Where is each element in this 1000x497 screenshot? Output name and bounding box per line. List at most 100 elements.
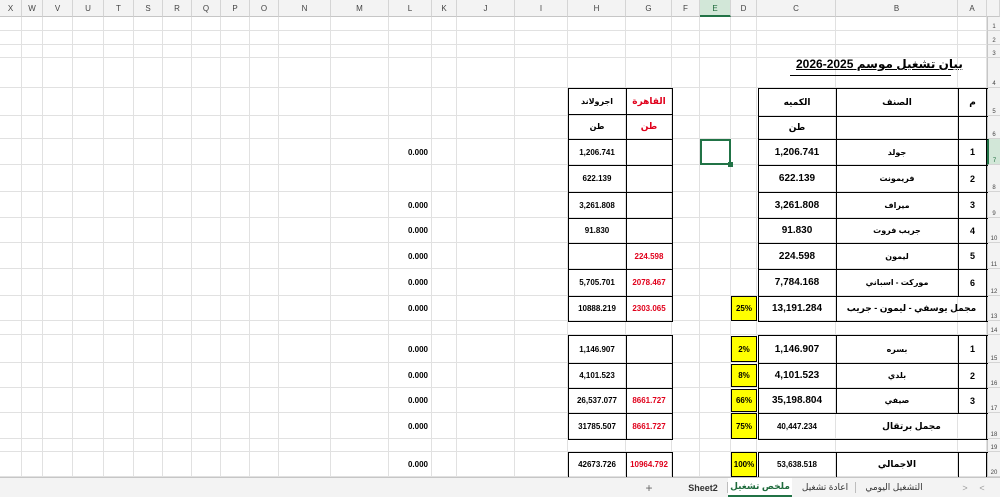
column-header-g[interactable]: G [626,0,672,17]
row-extra[interactable]: 0.000 [390,388,432,413]
row-header-17[interactable]: 17 [987,388,1000,413]
selected-cell[interactable] [700,139,733,167]
row-cairo[interactable] [626,192,672,218]
column-header-r[interactable]: R [163,0,192,17]
subtotal2-label[interactable]: مجمل برتقال [836,413,987,439]
select-all-corner[interactable] [987,0,1000,17]
subtotal1-pct[interactable]: 25% [731,296,757,321]
row-number[interactable]: 6 [958,269,987,296]
row-header-14[interactable]: 14 [987,321,1000,335]
row-header-13[interactable]: 13 [987,296,1000,321]
row-number[interactable]: 3 [958,388,987,413]
row-number[interactable]: 2 [958,363,987,388]
row-cairo[interactable] [626,139,672,165]
header-agroland[interactable]: اجرولاند [568,88,626,114]
row-extra[interactable]: 0.000 [390,269,432,296]
column-header-u[interactable]: U [73,0,104,17]
row-cairo[interactable]: 224.598 [626,243,672,269]
row-number[interactable]: 4 [958,218,987,243]
column-header-k[interactable]: K [432,0,457,17]
column-header-t[interactable]: T [104,0,134,17]
row-number[interactable]: 3 [958,192,987,218]
cairo-unit[interactable]: طن [626,114,672,139]
row-qty[interactable]: 35,198.804 [758,388,836,413]
header-m[interactable]: م [958,88,987,116]
row-header-1[interactable]: 1 [987,17,1000,31]
total-qty[interactable]: 53,638.518 [758,452,836,477]
total-label[interactable]: الاجمالي [836,452,958,477]
row-qty[interactable]: 1,206.741 [758,139,836,165]
subtotal1-extra[interactable]: 0.000 [390,296,432,321]
row-agroland[interactable]: 26,537.077 [568,388,626,413]
row-category[interactable]: موركت - اسباني [836,269,958,296]
column-header-e[interactable]: E [700,0,731,17]
row-extra[interactable]: 0.000 [390,218,432,243]
row-header-19[interactable]: 19 [987,439,1000,452]
column-header-a[interactable]: A [958,0,987,17]
row-header-16[interactable]: 16 [987,363,1000,388]
add-sheet-button[interactable]: + [640,478,658,497]
row-qty[interactable]: 622.139 [758,165,836,192]
row-agroland[interactable]: 622.139 [568,165,626,192]
row-header-11[interactable]: 11 [987,243,1000,269]
row-qty[interactable]: 3,261.808 [758,192,836,218]
column-header-w[interactable]: W [22,0,43,17]
row-cairo[interactable] [626,335,672,363]
total-cairo[interactable]: 10964.792 [626,452,672,477]
column-header-v[interactable]: V [43,0,73,17]
qty-unit[interactable]: طن [758,116,836,139]
subtotal2-cairo[interactable]: 8661.727 [626,413,672,439]
header-qty[interactable]: الكميه [758,88,836,116]
tab-reoperation[interactable]: اعادة تشغيل [796,478,854,497]
row-percent[interactable]: 2% [731,336,757,362]
column-header-d[interactable]: D [731,0,757,17]
header-cairo[interactable]: القاهرة [626,88,672,114]
agroland-unit[interactable]: طن [568,114,626,139]
row-cairo[interactable] [626,165,672,192]
row-percent[interactable]: 66% [731,389,757,412]
column-header-c[interactable]: C [757,0,836,17]
row-qty[interactable]: 224.598 [758,243,836,269]
row-category[interactable]: جريب فروت [836,218,958,243]
subtotal2-agroland[interactable]: 31785.507 [568,413,626,439]
row-extra[interactable]: 0.000 [390,139,432,165]
column-header-f[interactable]: F [672,0,700,17]
next-sheet-button[interactable]: > [958,478,972,497]
header-category[interactable]: الصنف [836,88,958,116]
row-header-7[interactable]: 7 [987,139,1000,165]
column-header-m[interactable]: M [331,0,389,17]
column-header-n[interactable]: N [279,0,331,17]
total-extra[interactable]: 0.000 [390,452,432,477]
row-header-5[interactable]: 5 [987,88,1000,116]
row-cairo[interactable] [626,363,672,388]
row-cairo[interactable]: 2078.467 [626,269,672,296]
column-header-s[interactable]: S [134,0,163,17]
column-header-i[interactable]: I [515,0,568,17]
row-qty[interactable]: 7,784.168 [758,269,836,296]
subtotal2-pct[interactable]: 75% [731,413,757,439]
spreadsheet-grid[interactable]: XWVUTSRQPONMLKJIHGFEDCBA 1 2 3 4 5 6 7 8 9 10 11 12… [0,0,1000,477]
row-qty[interactable]: 4,101.523 [758,363,836,388]
tab-daily-operation[interactable]: التشغيل اليومي [856,478,932,497]
column-header-h[interactable]: H [568,0,626,17]
row-category[interactable]: فريمونت [836,165,958,192]
row-agroland[interactable]: 91.830 [568,218,626,243]
row-category[interactable]: بسره [836,335,958,363]
row-number[interactable]: 1 [958,335,987,363]
row-header-15[interactable]: 15 [987,335,1000,363]
row-agroland[interactable]: 1,146.907 [568,335,626,363]
row-header-12[interactable]: 12 [987,269,1000,296]
row-qty[interactable]: 1,146.907 [758,335,836,363]
row-agroland[interactable]: 4,101.523 [568,363,626,388]
column-header-p[interactable]: P [221,0,250,17]
row-category[interactable]: صيفي [836,388,958,413]
row-agroland[interactable]: 3,261.808 [568,192,626,218]
row-agroland[interactable] [568,243,626,269]
row-number[interactable]: 2 [958,165,987,192]
row-percent[interactable]: 8% [731,364,757,387]
row-header-10[interactable]: 10 [987,218,1000,243]
row-header-6[interactable]: 6 [987,116,1000,139]
row-agroland[interactable]: 5,705.701 [568,269,626,296]
sheet-title[interactable]: بيان تشغيل موسم 2025-2026 [796,57,963,71]
tab-operation-summary[interactable]: ملخص تشغيل [728,478,792,497]
